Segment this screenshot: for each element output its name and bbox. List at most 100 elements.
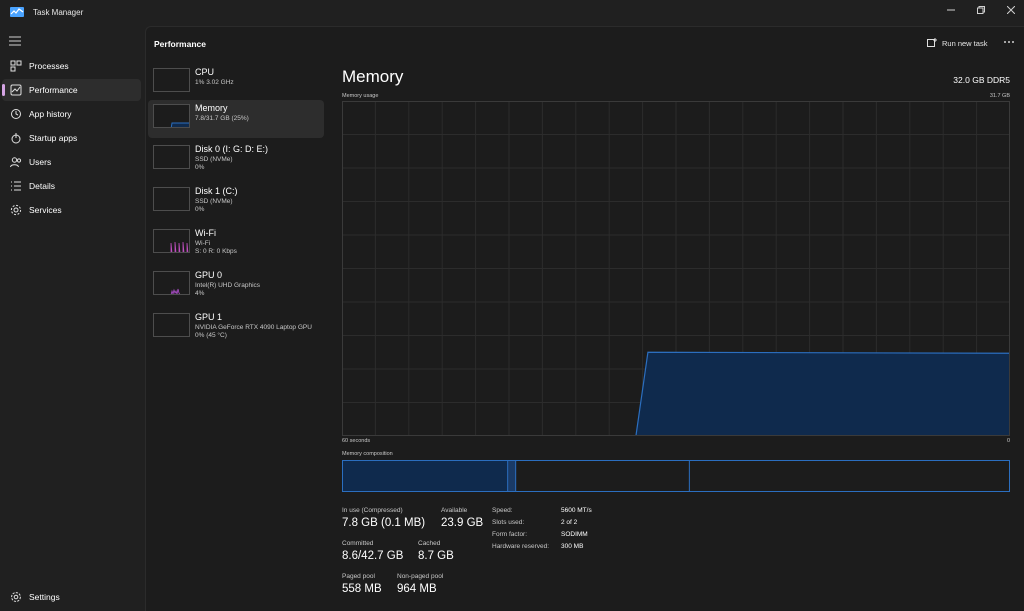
maximize-button[interactable] <box>966 4 996 20</box>
paged-pool-value: 558 MB <box>342 583 382 595</box>
more-options-button[interactable] <box>1001 34 1017 50</box>
resource-detail: 0% <box>195 164 205 171</box>
cached-value: 8.7 GB <box>418 550 454 562</box>
minimize-icon <box>947 9 955 11</box>
resource-detail: SSD (NVMe) <box>195 198 233 205</box>
committed-value: 8.6/42.7 GB <box>342 550 404 562</box>
cpu-thumbnail-graph <box>153 68 190 92</box>
sidebar-item-label: Users <box>29 157 52 167</box>
resource-detail: 0% (45 °C) <box>195 332 227 339</box>
form-factor-label: Form factor: <box>492 531 528 538</box>
resource-name: Disk 1 (C:) <box>195 186 238 196</box>
memory-usage-graph <box>342 101 1010 436</box>
available-label: Available <box>441 507 468 514</box>
memory-usage-label: Memory usage <box>342 93 379 99</box>
usage-area <box>635 352 1010 436</box>
processes-icon <box>10 60 22 72</box>
app-history-icon <box>11 109 21 119</box>
wifi-thumbnail-graph <box>153 229 190 253</box>
resource-name: Wi-Fi <box>195 228 216 238</box>
sidebar-item-label: Performance <box>29 85 78 95</box>
active-indicator <box>2 84 5 96</box>
resource-detail: 0% <box>195 206 205 213</box>
cached-label: Cached <box>418 540 441 547</box>
resource-name: GPU 1 <box>195 312 223 322</box>
sidebar-item-processes[interactable]: Processes <box>2 55 141 77</box>
resource-gpu-0[interactable]: GPU 0 Intel(R) UHD Graphics 4% <box>148 267 324 305</box>
more-icon <box>1004 41 1014 43</box>
time-right-label: 0 <box>1006 438 1010 444</box>
resource-detail: S: 0 R: 0 Kbps <box>195 248 237 255</box>
settings-icon <box>11 592 21 602</box>
sidebar: Processes Performance App history Startu… <box>0 26 145 611</box>
paged-pool-label: Paged pool <box>342 573 375 580</box>
resource-name: GPU 0 <box>195 270 223 280</box>
sidebar-item-details[interactable]: Details <box>2 175 141 197</box>
non-paged-pool-label: Non-paged pool <box>397 573 444 580</box>
sidebar-item-label: Processes <box>29 61 69 71</box>
restore-icon <box>977 6 985 14</box>
disk-1-thumbnail-graph <box>153 187 190 211</box>
title-bar: Task Manager <box>0 0 1024 26</box>
composition-modified <box>507 461 516 491</box>
hardware-reserved-label: Hardware reserved: <box>492 543 550 550</box>
sidebar-item-performance[interactable]: Performance <box>2 79 141 101</box>
gpu-0-thumbnail-graph <box>153 271 190 295</box>
sidebar-item-startup-apps[interactable]: Startup apps <box>2 127 141 149</box>
window-title: Task Manager <box>33 8 84 17</box>
sidebar-item-label: Startup apps <box>29 133 78 143</box>
resource-gpu-1[interactable]: GPU 1 NVIDIA GeForce RTX 4090 Laptop GPU… <box>148 309 324 347</box>
resource-detail: 4% <box>195 290 205 297</box>
sidebar-item-users[interactable]: Users <box>2 151 141 173</box>
memory-composition-bar <box>342 460 1010 492</box>
form-factor-value: SODIMM <box>561 531 588 538</box>
disk-0-thumbnail-graph <box>153 145 190 169</box>
run-task-icon <box>927 38 937 47</box>
main-panel: Performance Run new task CPU 1% 3.02 GHz… <box>145 26 1024 611</box>
resource-cpu[interactable]: CPU 1% 3.02 GHz <box>148 64 324 102</box>
committed-label: Committed <box>342 540 374 547</box>
resource-detail: NVIDIA GeForce RTX 4090 Laptop GPU <box>195 324 312 331</box>
resource-wifi[interactable]: Wi-Fi Wi-Fi S: 0 R: 0 Kbps <box>148 225 324 263</box>
minimize-button[interactable] <box>936 4 966 20</box>
sidebar-item-label: Settings <box>29 592 60 602</box>
run-new-task-label: Run new task <box>942 39 988 48</box>
details-icon <box>11 181 21 191</box>
resource-disk-1[interactable]: Disk 1 (C:) SSD (NVMe) 0% <box>148 183 324 221</box>
resource-name: CPU <box>195 67 215 77</box>
in-use-label: In use (Compressed) <box>342 507 403 514</box>
page-title: Performance <box>154 39 206 49</box>
slots-used-value: 2 of 2 <box>561 519 578 526</box>
sidebar-item-app-history[interactable]: App history <box>2 103 141 125</box>
memory-usage-max: 31.7 GB <box>989 93 1010 99</box>
sidebar-item-services[interactable]: Services <box>2 199 141 221</box>
close-icon <box>1006 5 1016 15</box>
in-use-value: 7.8 GB (0.1 MB) <box>342 517 426 529</box>
sidebar-item-settings[interactable]: Settings <box>2 586 141 608</box>
resource-name: Memory <box>195 103 228 113</box>
memory-composition-label: Memory composition <box>342 451 393 457</box>
services-icon <box>10 204 22 216</box>
speed-value: 5600 MT/s <box>561 507 592 514</box>
close-button[interactable] <box>996 4 1024 20</box>
resource-memory[interactable]: Memory 7.8/31.7 GB (25%) <box>148 100 324 138</box>
performance-icon <box>10 84 22 96</box>
resource-disk-0[interactable]: Disk 0 (I: G: D: E:) SSD (NVMe) 0% <box>148 141 324 179</box>
hamburger-menu-icon[interactable] <box>9 36 21 46</box>
resource-detail: 7.8/31.7 GB (25%) <box>195 115 249 122</box>
hardware-reserved-value: 300 MB <box>561 543 584 550</box>
speed-label: Speed: <box>492 507 513 514</box>
composition-in-use <box>343 461 508 491</box>
sidebar-item-label: Details <box>29 181 55 191</box>
memory-thumbnail-graph <box>153 104 190 128</box>
resource-name: Disk 0 (I: G: D: E:) <box>195 144 269 154</box>
time-left-label: 60 seconds <box>342 438 371 444</box>
resource-detail: Intel(R) UHD Graphics <box>195 282 261 289</box>
sidebar-item-label: App history <box>29 109 72 119</box>
slots-used-label: Slots used: <box>492 519 525 526</box>
task-manager-icon <box>10 7 24 17</box>
users-icon <box>10 157 22 168</box>
gpu-1-thumbnail-graph <box>153 313 190 337</box>
startup-apps-icon <box>11 133 21 144</box>
resource-detail: Wi-Fi <box>195 240 211 247</box>
